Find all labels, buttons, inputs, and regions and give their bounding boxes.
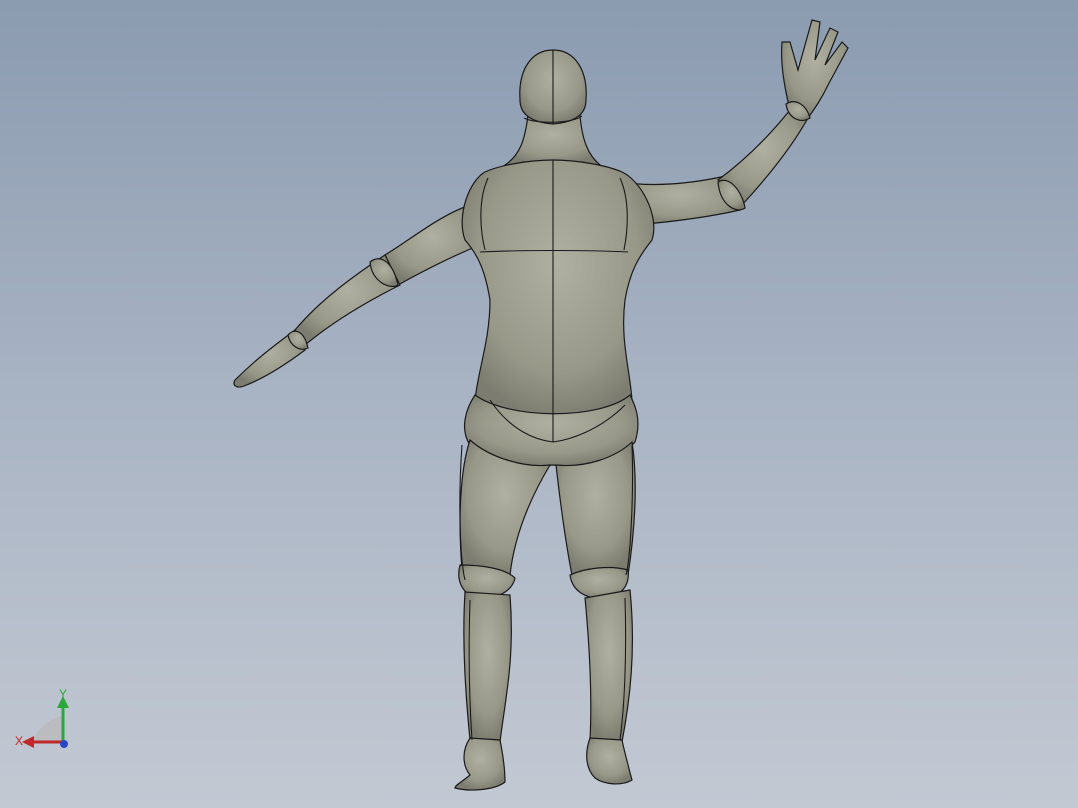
right-foot (586, 737, 633, 785)
graphics-viewport[interactable]: Y X (0, 0, 1078, 808)
z-axis-dot (60, 740, 68, 748)
left-foot (454, 737, 506, 791)
y-axis-label: Y (59, 687, 67, 701)
x-axis-arrow (22, 736, 34, 748)
human-body-3d-model[interactable] (0, 0, 1078, 808)
torso-back (461, 159, 655, 421)
model-body (233, 19, 849, 791)
triad-plane-arc (32, 716, 62, 742)
coordinate-triad: Y X (15, 687, 69, 748)
x-axis-label: X (15, 734, 23, 748)
